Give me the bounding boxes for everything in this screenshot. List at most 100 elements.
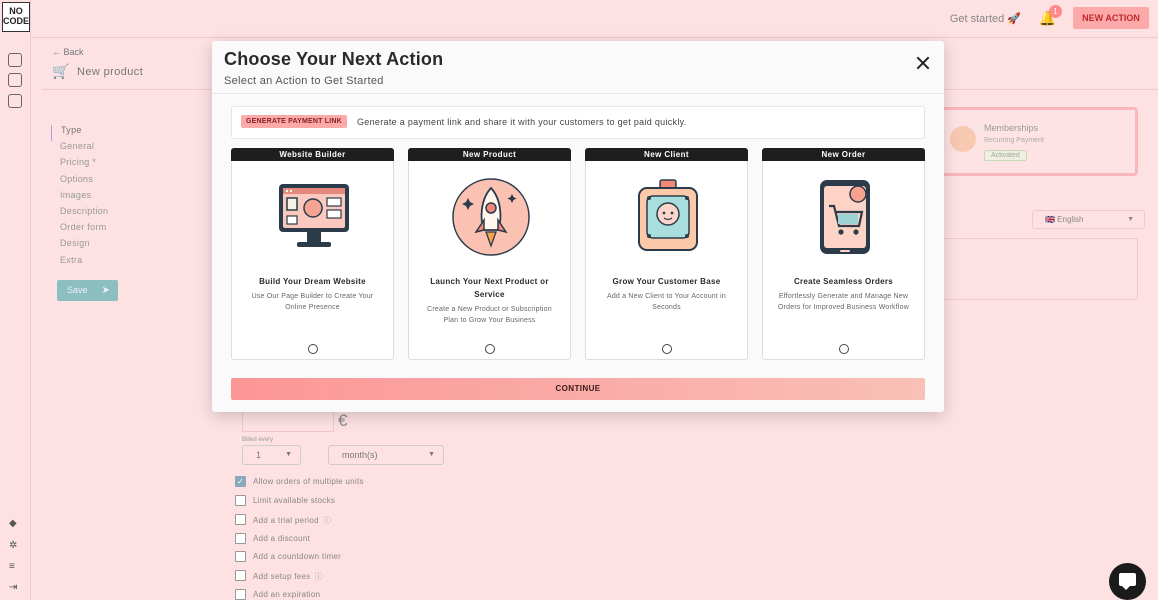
billed-every-value: 1	[256, 450, 262, 460]
divider	[212, 93, 944, 94]
action-card-new-product[interactable]: New Product Launch Your Next Product or …	[408, 148, 571, 360]
card-description: Effortlessly Generate and Manage New Ord…	[778, 293, 909, 311]
billing-unit-value: month(s)	[342, 450, 378, 460]
option-label: Add a discount	[253, 534, 311, 543]
language-value: 🇬🇧 English	[1045, 215, 1084, 224]
radio-button[interactable]	[308, 344, 318, 354]
info-icon[interactable]: ⓘ	[315, 572, 323, 581]
radio-button[interactable]	[485, 344, 495, 354]
user-icon[interactable]	[8, 94, 22, 108]
logo-line-1: NO	[9, 6, 23, 16]
checkbox[interactable]	[235, 514, 246, 525]
notification-badge: 1	[1049, 5, 1062, 18]
continue-button[interactable]: CONTINUE	[231, 378, 925, 400]
chat-button[interactable]	[1109, 563, 1146, 600]
label-icon[interactable]: ◆	[9, 518, 17, 529]
logout-icon[interactable]: ⇥	[9, 582, 17, 593]
card-description: Create a New Product or Subscription Pla…	[427, 306, 552, 324]
checkbox[interactable]	[235, 570, 246, 581]
send-icon: ➤	[101, 285, 110, 296]
nav-item-description[interactable]: Description	[51, 206, 108, 222]
close-icon[interactable]	[916, 56, 930, 70]
choose-action-modal: Choose Your Next Action Select an Action…	[212, 41, 944, 412]
logo-line-2: CODE	[3, 16, 30, 26]
option-label: Add a countdown timer	[253, 552, 342, 561]
content-panel	[939, 238, 1138, 300]
generate-payment-link-button[interactable]: GENERATE PAYMENT LINK	[241, 115, 347, 128]
action-card-website-builder[interactable]: Website Builder Build Your Dream Website…	[231, 148, 394, 360]
price-input[interactable]	[242, 412, 334, 432]
nav-item-order-form[interactable]: Order form	[51, 222, 108, 238]
card-title: Grow Your Customer Base	[612, 277, 721, 286]
option-label: Limit available stocks	[253, 496, 336, 505]
nav-item-extra[interactable]: Extra	[51, 255, 108, 271]
rocket-icon	[452, 178, 530, 256]
chevron-down-icon: ▼	[1127, 216, 1134, 223]
checkbox-checked-icon[interactable]: ✓	[235, 476, 246, 487]
tag-icon[interactable]	[8, 73, 22, 87]
action-card-new-client[interactable]: New Client Grow Your Customer Base Add a…	[585, 148, 748, 360]
nav-item-type[interactable]: Type	[51, 125, 108, 142]
save-label: Save	[67, 285, 88, 295]
card-header: New Order	[762, 148, 925, 161]
language-select[interactable]: 🇬🇧 English ▼	[1032, 210, 1145, 229]
nav-item-options[interactable]: Options	[51, 174, 108, 190]
currency-symbol: €	[338, 411, 348, 430]
radio-button[interactable]	[839, 344, 849, 354]
option-label: Add a trial period	[253, 516, 319, 525]
shopping-cart-icon	[820, 180, 870, 254]
membership-subtitle: Recurring Payment	[984, 137, 1044, 144]
billing-unit-select[interactable]: month(s) ▼	[328, 445, 444, 465]
nav-item-images[interactable]: Images	[51, 190, 108, 206]
nav-item-pricing[interactable]: Pricing *	[51, 157, 108, 173]
app-logo[interactable]: NO CODE	[2, 2, 30, 32]
page-title: New product	[77, 66, 144, 78]
status-badge: Activated	[984, 150, 1027, 161]
chat-icon	[1119, 573, 1136, 590]
back-link[interactable]: ← Back	[52, 47, 84, 57]
payment-link-description: Generate a payment link and share it wit…	[357, 117, 687, 127]
membership-icon	[950, 126, 976, 152]
billed-every-select[interactable]: 1 ▼	[242, 445, 301, 465]
card-header: Website Builder	[231, 148, 394, 161]
checkbox[interactable]	[235, 533, 246, 544]
checkbox[interactable]	[235, 589, 246, 600]
option-label: Add an expiration	[253, 590, 321, 599]
store-icon[interactable]	[8, 53, 22, 67]
save-button[interactable]: Save ➤	[57, 280, 118, 301]
modal-title: Choose Your Next Action	[224, 49, 444, 69]
membership-title: Memberships	[984, 123, 1039, 133]
option-label-wrap: Add setup fees ⓘ	[253, 571, 323, 582]
checkbox[interactable]	[235, 495, 246, 506]
chevron-down-icon: ▼	[428, 451, 435, 458]
top-bar: Get started 🚀 🔔 1 NEW ACTION	[31, 0, 1158, 38]
sliders-icon[interactable]: ≡	[9, 561, 15, 572]
payment-link-row[interactable]: GENERATE PAYMENT LINK Generate a payment…	[231, 106, 925, 139]
billed-every-label: Billed every	[242, 437, 274, 443]
modal-subtitle: Select an Action to Get Started	[224, 75, 384, 87]
website-builder-icon	[279, 184, 349, 247]
checkbox[interactable]	[235, 551, 246, 562]
card-title: Build Your Dream Website	[259, 277, 366, 286]
radio-button[interactable]	[662, 344, 672, 354]
option-label-wrap: Add a trial period ⓘ	[253, 515, 331, 526]
get-started-link[interactable]: Get started 🚀	[950, 12, 1021, 25]
action-card-new-order[interactable]: New Order Create Seamless Orders Effortl…	[762, 148, 925, 360]
chevron-down-icon: ▼	[285, 451, 292, 458]
gear-icon[interactable]: ✲	[9, 540, 17, 551]
card-description: Use Our Page Builder to Create Your Onli…	[251, 293, 374, 311]
card-header: New Client	[585, 148, 748, 161]
membership-card[interactable]: Memberships Recurring Payment Activated	[941, 107, 1138, 176]
client-badge-icon	[638, 179, 698, 251]
new-action-button[interactable]: NEW ACTION	[1073, 7, 1149, 29]
card-description: Add a New Client to Your Account in Seco…	[606, 293, 727, 311]
product-nav: Type General Pricing * Options Images De…	[51, 125, 108, 271]
card-title: Launch Your Next Product or Service	[430, 277, 549, 299]
nav-item-design[interactable]: Design	[51, 238, 108, 254]
card-header: New Product	[408, 148, 571, 161]
option-label: Add setup fees	[253, 572, 311, 581]
nav-item-general[interactable]: General	[51, 141, 108, 157]
option-label: Allow orders of multiple units	[253, 477, 364, 486]
info-icon[interactable]: ⓘ	[323, 516, 331, 525]
cart-icon: 🛒	[52, 63, 70, 79]
